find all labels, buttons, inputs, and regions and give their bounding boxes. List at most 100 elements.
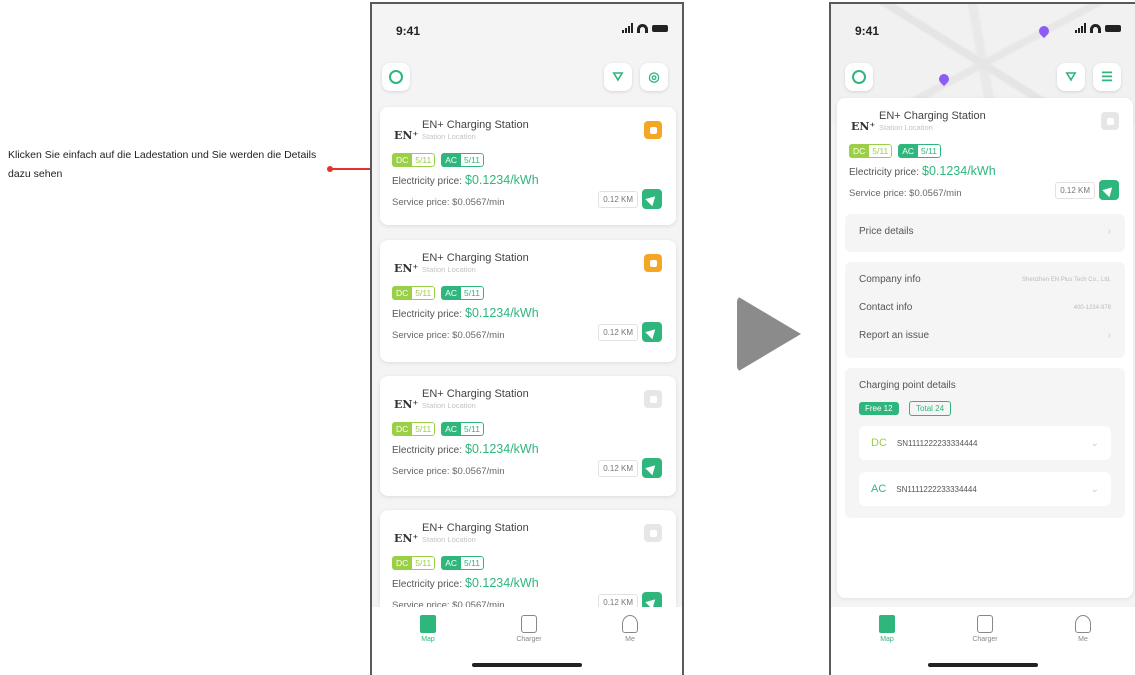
company-info-section: Company info Shenzhen EN Plus Tech Co., L… [845,262,1125,358]
navigate-icon[interactable] [1099,180,1119,200]
distance-badge: 0.12 KM [598,459,638,477]
status-time: 9:41 [396,24,421,38]
company-info-value: Shenzhen EN Plus Tech Co., Ltd. [1022,276,1111,283]
dc-availability-badge: DC 5/11 [392,422,436,436]
charging-point-section: Charging point details Free 12 Total 24 … [845,368,1125,518]
station-card[interactable]: EN⁺ EN+ Charging Station Station Locatio… [380,107,676,225]
distance-badge: 0.12 KM [598,190,638,208]
filter-icon: ⛛ [612,69,624,84]
service-price: Service price: $0.0567/min [392,197,505,208]
filter-button[interactable]: ⛛ [604,63,632,91]
signal-icon [622,23,633,33]
distance-badge: 0.12 KM [1055,181,1095,199]
wifi-icon [637,23,648,33]
distance-badge: 0.12 KM [598,323,638,341]
favorite-icon[interactable] [644,390,662,408]
station-name: EN+ Charging Station [422,119,529,131]
bottom-tab-bar: Map Charger Me [372,607,682,675]
electricity-price: Electricity price: $0.1234/kWh [392,173,539,187]
battery-icon [1105,24,1121,32]
favorite-icon[interactable] [644,524,662,542]
bottom-tab-bar: Map Charger Me [831,607,1135,675]
service-price: Service price: $0.0567/min [392,330,505,341]
total-count-pill[interactable]: Total 24 [909,401,952,416]
favorite-icon[interactable] [644,121,662,139]
station-name: EN+ Charging Station [422,388,529,400]
contact-info-row[interactable]: Contact info 400-1234-978 [859,302,1111,313]
navigate-icon[interactable] [642,189,662,209]
station-detail-panel: EN⁺ EN+ Charging Station Station Locatio… [837,98,1133,598]
status-time: 9:41 [855,24,880,38]
favorite-icon[interactable] [1101,112,1119,130]
tab-map[interactable]: Map [398,615,458,643]
company-info-row: Company info Shenzhen EN Plus Tech Co., L… [859,274,1111,285]
en-plus-logo: EN⁺ [394,398,419,411]
station-name: EN+ Charging Station [422,252,529,264]
system-icons [1075,23,1121,33]
me-tab-icon [1075,615,1091,633]
map-view-button[interactable]: ◎ [640,63,668,91]
station-location: Station Location [422,535,476,544]
navigate-icon[interactable] [642,458,662,478]
home-indicator [472,663,582,667]
tab-charger[interactable]: Charger [955,615,1015,643]
favorite-icon[interactable] [644,254,662,272]
contact-info-value: 400-1234-978 [1073,304,1111,311]
phone-station-detail: 9:41 ⛛ ☰ EN⁺ EN+ Charging Station Statio… [829,2,1135,675]
charger-tab-icon [521,615,537,633]
electricity-price: Electricity price: $0.1234/kWh [849,164,996,178]
station-name: EN+ Charging Station [879,110,986,122]
chevron-down-icon: ⌄ [1090,483,1099,495]
electricity-price: Electricity price: $0.1234/kWh [392,576,539,590]
en-plus-logo: EN⁺ [394,262,419,275]
en-plus-logo: EN⁺ [394,532,419,545]
charging-point-item[interactable]: AC SN1111222233334444 ⌄ [859,472,1111,506]
service-price: Service price: $0.0567/min [849,188,962,199]
ac-availability-badge: AC 5/11 [441,422,484,436]
chevron-down-icon: ⌄ [1090,437,1099,449]
dc-availability-badge: DC 5/11 [392,153,436,167]
charging-point-title: Charging point details [859,380,956,391]
tab-charger[interactable]: Charger [499,615,559,643]
station-card[interactable]: EN⁺ EN+ Charging Station Station Locatio… [380,240,676,362]
filter-button[interactable]: ⛛ [1057,63,1085,91]
refresh-icon [389,70,403,84]
station-location: Station Location [422,132,476,141]
status-bar: 9:41 [831,4,1135,54]
phone-station-list: 9:41 ⛛ ◎ EN⁺ EN+ Charging Station Statio… [370,2,684,675]
tab-me[interactable]: Me [1053,615,1113,643]
ac-availability-badge: AC 5/11 [441,286,484,300]
report-issue-row[interactable]: Report an issue › [859,330,1111,341]
en-plus-logo: EN⁺ [851,120,876,133]
service-price: Service price: $0.0567/min [392,466,505,477]
charging-point-filter: Free 12 Total 24 [859,398,957,416]
annotation-text: Klicken Sie einfach auf die Ladestation … [8,149,317,180]
filter-icon: ⛛ [1065,69,1077,84]
free-count-pill[interactable]: Free 12 [859,402,899,415]
home-indicator [928,663,1038,667]
station-location: Station Location [879,123,933,132]
annotation-arrow-start [327,166,333,172]
ac-availability-badge: AC 5/11 [898,144,941,158]
station-card[interactable]: EN⁺ EN+ Charging Station Station Locatio… [380,376,676,496]
charging-point-item[interactable]: DC SN1111222233334444 ⌄ [859,426,1111,460]
list-view-button[interactable]: ☰ [1093,63,1121,91]
tab-map[interactable]: Map [857,615,917,643]
map-tab-icon [420,615,436,633]
charging-point-serial: SN1111222233334444 [896,438,978,448]
refresh-button[interactable] [845,63,873,91]
price-details-section[interactable]: Price details › [845,214,1125,252]
battery-icon [652,24,668,32]
dc-availability-badge: DC 5/11 [392,286,436,300]
map-tab-icon [879,615,895,633]
electricity-price: Electricity price: $0.1234/kWh [392,306,539,320]
price-details-label: Price details [859,226,914,237]
tab-me[interactable]: Me [600,615,660,643]
refresh-button[interactable] [382,63,410,91]
wifi-icon [1090,23,1101,33]
navigate-icon[interactable] [642,322,662,342]
status-bar: 9:41 [372,4,682,54]
system-icons [622,23,668,33]
en-plus-logo: EN⁺ [394,129,419,142]
dc-availability-badge: DC 5/11 [392,556,436,570]
